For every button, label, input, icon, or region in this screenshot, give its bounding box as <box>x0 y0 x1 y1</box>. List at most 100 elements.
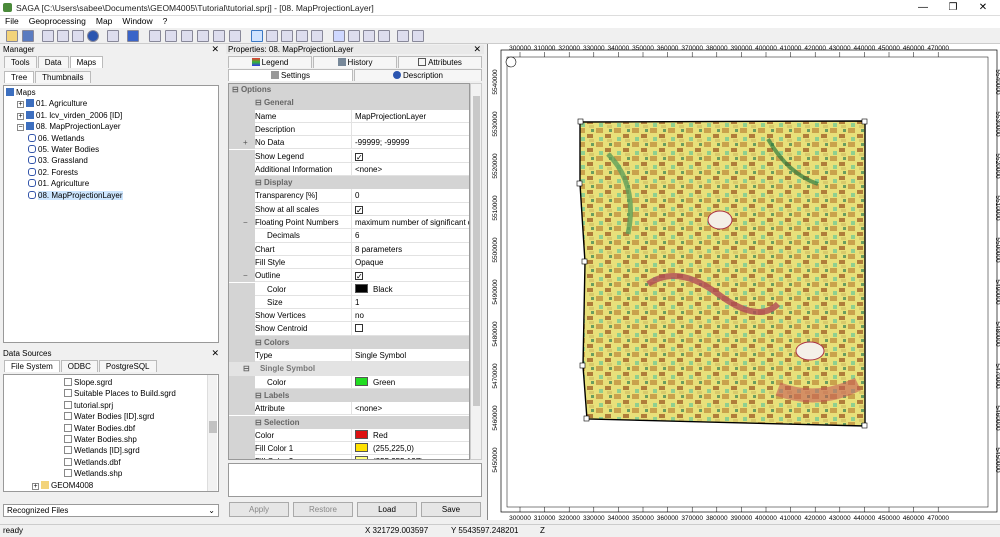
file-item[interactable]: Slope.sgrd <box>6 377 216 388</box>
tab-settings[interactable]: Settings <box>228 69 353 81</box>
restore-button[interactable]: Restore <box>293 502 353 517</box>
layout-icon[interactable] <box>348 30 360 42</box>
property-value[interactable]: MapProjectionLayer <box>351 109 469 123</box>
expand-icon[interactable]: + <box>17 112 24 120</box>
maps-tree-item[interactable]: 01. Agriculture <box>6 178 216 189</box>
property-row[interactable]: Additional Information <none> <box>229 162 469 177</box>
tab-tools[interactable]: Tools <box>4 56 37 68</box>
collapse-icon[interactable]: ⊟ <box>255 338 264 347</box>
property-row[interactable]: Color Green <box>229 375 469 389</box>
collapse-icon[interactable]: ⊟ <box>255 418 264 427</box>
link-icon[interactable] <box>107 30 119 42</box>
property-value[interactable]: 1 <box>351 295 469 310</box>
property-value[interactable]: ✓ <box>351 149 469 163</box>
color-swatch[interactable] <box>355 283 368 293</box>
collapse-icon[interactable]: ⊟ <box>255 98 264 107</box>
property-value[interactable]: Black <box>351 282 469 296</box>
property-value[interactable]: 6 <box>351 229 469 243</box>
file-tree-scrollbar[interactable] <box>207 375 217 491</box>
property-value[interactable] <box>351 122 469 137</box>
property-value[interactable]: Single Symbol <box>351 349 469 363</box>
property-value[interactable]: <none> <box>351 162 469 177</box>
maps-tree-item[interactable]: − 08. MapProjectionLayer <box>6 121 216 132</box>
collapse-icon[interactable]: ⊟ <box>232 85 241 94</box>
save-button[interactable]: Save <box>421 502 481 517</box>
property-value[interactable]: ✓ <box>351 269 469 283</box>
map-view[interactable]: 300000 310000 320000 330000 340000 350000 3600… <box>487 44 1000 522</box>
property-row[interactable]: Show Centroid <box>229 322 469 336</box>
minimize-button[interactable]: — <box>908 1 938 15</box>
tab-odbc[interactable]: ODBC <box>60 360 98 372</box>
property-row[interactable]: Decimals 6 <box>229 229 469 243</box>
file-filter-select[interactable]: Recognized Files ⌄ <box>3 504 219 517</box>
checkbox-icon[interactable]: ✓ <box>355 152 363 161</box>
properties-toggle-icon[interactable] <box>57 30 69 42</box>
file-item[interactable]: Water Bodies [ID].sgrd <box>6 411 216 422</box>
zoom-back-icon[interactable] <box>165 30 177 42</box>
maps-tree-item[interactable]: 08. MapProjectionLayer <box>6 190 216 201</box>
color-swatch[interactable] <box>355 376 368 386</box>
file-item[interactable]: Water Bodies.shp <box>6 434 216 445</box>
maps-tree-item[interactable]: Maps <box>6 87 216 98</box>
property-row[interactable]: Fill Style Opaque <box>229 255 469 270</box>
property-row[interactable]: Type Single Symbol <box>229 349 469 363</box>
property-row[interactable]: − Outline ✓ <box>229 269 469 283</box>
tab-maps[interactable]: Maps <box>69 56 104 68</box>
property-row[interactable]: Show at all scales ✓ <box>229 202 469 216</box>
close-button[interactable]: ✕ <box>968 1 998 15</box>
property-row[interactable]: Show Legend ✓ <box>229 149 469 163</box>
checkbox-icon[interactable]: ✓ <box>355 272 363 281</box>
property-row[interactable]: − Floating Point Numbers maximum number of… <box>229 216 469 230</box>
maps-tree-item[interactable]: +01. lcv_virden_2006 [ID] <box>6 110 216 121</box>
checkbox-icon[interactable] <box>355 324 363 333</box>
scrollbar-thumb[interactable] <box>473 96 480 406</box>
close-icon[interactable]: ✕ <box>211 45 219 54</box>
menu-map[interactable]: Map <box>91 16 118 27</box>
file-item[interactable]: Wetlands.dbf <box>6 457 216 468</box>
load-button[interactable]: Load <box>357 502 417 517</box>
maps-tree-item[interactable]: +01. Agriculture <box>6 98 216 109</box>
property-value[interactable]: (255,255,127) <box>351 455 469 459</box>
menu-help[interactable]: ? <box>158 16 173 27</box>
property-row[interactable]: Attribute <none> <box>229 402 469 416</box>
property-value[interactable]: 0 <box>351 189 469 203</box>
maps-tree-item[interactable]: 03. Grassland <box>6 155 216 166</box>
maps-tree-item[interactable]: 05. Water Bodies <box>6 144 216 155</box>
maps-tree-item[interactable]: 06. Wetlands <box>6 133 216 144</box>
tab-history[interactable]: History <box>313 56 397 68</box>
property-value[interactable]: no <box>351 309 469 323</box>
color-swatch[interactable] <box>355 456 368 459</box>
map-canvas[interactable]: 300000 310000 320000 330000 340000 350000 3600… <box>488 44 1000 522</box>
pan-icon[interactable] <box>296 30 308 42</box>
collapse-icon[interactable]: ⊟ <box>255 178 264 187</box>
property-value[interactable]: (255,225,0) <box>351 442 469 456</box>
tab-data[interactable]: Data <box>37 56 69 68</box>
menu-file[interactable]: File <box>0 16 24 27</box>
expand-icon[interactable]: + <box>17 101 24 109</box>
scatter-icon[interactable] <box>378 30 390 42</box>
property-value[interactable] <box>351 322 469 336</box>
zoom-selection-icon[interactable] <box>213 30 225 42</box>
property-value[interactable]: ✓ <box>351 202 469 216</box>
property-value[interactable]: maximum number of significant d <box>351 216 469 230</box>
save-icon[interactable] <box>22 30 34 42</box>
zoom-icon[interactable] <box>266 30 278 42</box>
close-icon[interactable]: ✕ <box>473 45 481 54</box>
zoom-forward-icon[interactable] <box>181 30 193 42</box>
property-value[interactable]: Green <box>351 375 469 389</box>
info-icon[interactable] <box>87 30 99 42</box>
scrollbar-thumb[interactable] <box>209 421 217 433</box>
zoom-active-icon[interactable] <box>197 30 209 42</box>
property-value[interactable]: -99999; -99999 <box>351 136 469 150</box>
zoom-out-icon[interactable] <box>281 30 293 42</box>
file-item[interactable]: Suitable Places to Build.sgrd <box>6 388 216 399</box>
zoom-extent-icon[interactable] <box>229 30 241 42</box>
collapse-icon[interactable]: ⊟ <box>243 364 252 373</box>
open-icon[interactable] <box>6 30 18 42</box>
manager-toggle-icon[interactable] <box>42 30 54 42</box>
property-row[interactable]: Show Vertices no <box>229 309 469 323</box>
tab-tree[interactable]: Tree <box>4 71 35 83</box>
property-row[interactable]: Size 1 <box>229 295 469 310</box>
map-projection-layer[interactable] <box>576 118 868 429</box>
messages-toggle-icon[interactable] <box>72 30 84 42</box>
